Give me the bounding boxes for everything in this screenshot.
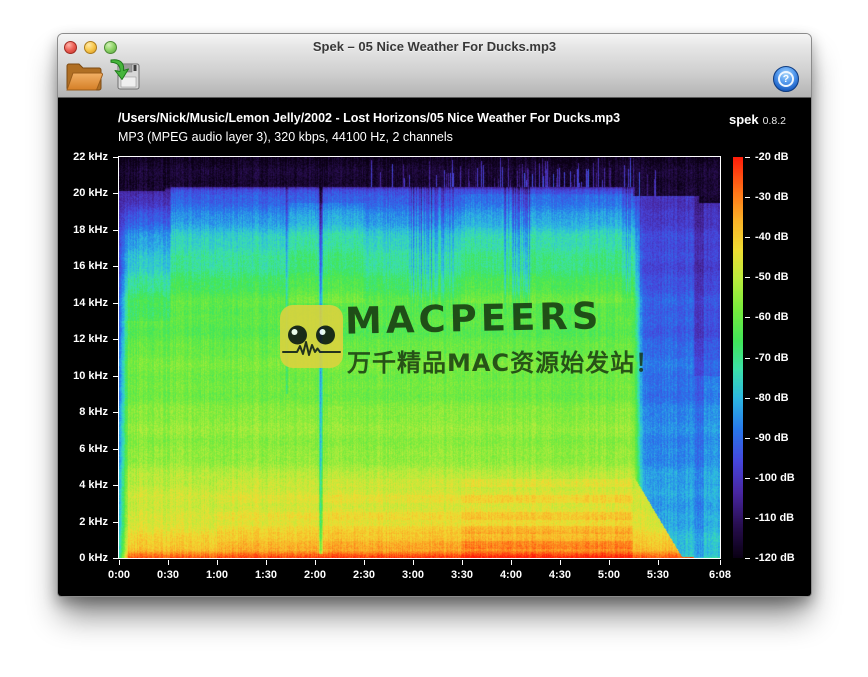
time-axis-label: 4:30	[540, 569, 580, 581]
save-disk-icon	[108, 57, 143, 92]
help-button[interactable]: ?	[773, 66, 799, 92]
app-name: spek	[729, 112, 759, 127]
time-axis-label: 4:00	[491, 569, 531, 581]
format-info-label: MP3 (MPEG audio layer 3), 320 kbps, 4410…	[118, 130, 453, 144]
frequency-axis-label: 10 kHz	[60, 370, 108, 382]
db-scale-tick	[745, 558, 750, 559]
frequency-axis-label: 6 kHz	[60, 443, 108, 455]
db-scale-label: -80 dB	[755, 392, 789, 404]
db-scale-tick	[745, 398, 750, 399]
db-scale-tick	[745, 277, 750, 278]
frequency-tick	[113, 376, 118, 377]
db-scale-label: -50 dB	[755, 271, 789, 283]
time-tick	[168, 560, 169, 565]
db-scale-tick	[745, 478, 750, 479]
time-tick	[364, 560, 365, 565]
app-version: 0.8.2	[763, 115, 786, 127]
frequency-tick	[113, 339, 118, 340]
spek-window: Spek – 05 Nice Weather For Ducks.mp3	[57, 33, 812, 597]
db-scale-label: -100 dB	[755, 472, 795, 484]
db-scale-label: -120 dB	[755, 552, 795, 564]
frequency-axis-label: 8 kHz	[60, 406, 108, 418]
db-scale-tick	[745, 197, 750, 198]
frequency-axis-label: 22 kHz	[60, 151, 108, 163]
app-version-label: spek 0.8.2	[729, 111, 786, 129]
db-scale-label: -60 dB	[755, 311, 789, 323]
frequency-tick	[113, 485, 118, 486]
screenshot: Spek – 05 Nice Weather For Ducks.mp3	[0, 0, 868, 677]
frequency-axis-label: 4 kHz	[60, 479, 108, 491]
time-tick	[217, 560, 218, 565]
db-scale-tick	[745, 317, 750, 318]
db-scale-label: -40 dB	[755, 231, 789, 243]
time-axis-label: 0:30	[148, 569, 188, 581]
folder-icon	[65, 59, 103, 92]
frequency-axis-label: 20 kHz	[60, 187, 108, 199]
time-axis-label: 2:30	[344, 569, 384, 581]
frequency-tick	[113, 449, 118, 450]
time-axis-label: 5:30	[638, 569, 678, 581]
question-mark-icon: ?	[778, 71, 794, 87]
frequency-axis-label: 14 kHz	[60, 297, 108, 309]
db-scale-label: -30 dB	[755, 191, 789, 203]
time-tick	[413, 560, 414, 565]
time-tick	[315, 560, 316, 565]
db-scale-tick	[745, 358, 750, 359]
frequency-axis-label: 2 kHz	[60, 516, 108, 528]
time-tick	[119, 560, 120, 565]
frequency-tick	[113, 558, 118, 559]
time-tick	[511, 560, 512, 565]
frequency-axis-label: 18 kHz	[60, 224, 108, 236]
time-tick	[609, 560, 610, 565]
db-scale-label: -110 dB	[755, 512, 794, 524]
db-scale-tick	[745, 237, 750, 238]
time-tick	[720, 560, 721, 565]
time-axis-label: 3:00	[393, 569, 433, 581]
db-scale-tick	[745, 438, 750, 439]
db-color-scale	[733, 157, 743, 558]
file-path-label: /Users/Nick/Music/Lemon Jelly/2002 - Los…	[118, 111, 620, 125]
db-scale-label: -90 dB	[755, 432, 789, 444]
time-tick	[658, 560, 659, 565]
open-file-button[interactable]	[65, 59, 103, 92]
frequency-tick	[113, 157, 118, 158]
db-scale-label: -70 dB	[755, 352, 789, 364]
time-tick	[560, 560, 561, 565]
db-scale-tick	[745, 518, 750, 519]
frequency-axis-label: 12 kHz	[60, 333, 108, 345]
time-axis-label: 1:30	[246, 569, 286, 581]
time-tick	[266, 560, 267, 565]
window-header: Spek – 05 Nice Weather For Ducks.mp3	[58, 34, 811, 98]
frequency-tick	[113, 412, 118, 413]
db-scale-label: -20 dB	[755, 151, 789, 163]
frequency-axis-label: 16 kHz	[60, 260, 108, 272]
window-title: Spek – 05 Nice Weather For Ducks.mp3	[58, 39, 811, 54]
frequency-tick	[113, 193, 118, 194]
save-image-button[interactable]	[108, 57, 143, 92]
time-axis-label: 3:30	[442, 569, 482, 581]
frequency-tick	[113, 303, 118, 304]
time-axis-label: 0:00	[99, 569, 139, 581]
spectrogram-canvas	[119, 157, 720, 558]
spectrogram-panel: /Users/Nick/Music/Lemon Jelly/2002 - Los…	[58, 98, 811, 596]
frequency-tick	[113, 266, 118, 267]
frequency-axis-label: 0 kHz	[60, 552, 108, 564]
time-axis-label: 5:00	[589, 569, 629, 581]
frequency-tick	[113, 230, 118, 231]
frequency-tick	[113, 522, 118, 523]
time-axis-label: 6:08	[700, 569, 740, 581]
spectrogram-plot	[118, 156, 721, 559]
time-tick	[462, 560, 463, 565]
time-axis-label: 2:00	[295, 569, 335, 581]
time-axis-label: 1:00	[197, 569, 237, 581]
db-scale-tick	[745, 157, 750, 158]
